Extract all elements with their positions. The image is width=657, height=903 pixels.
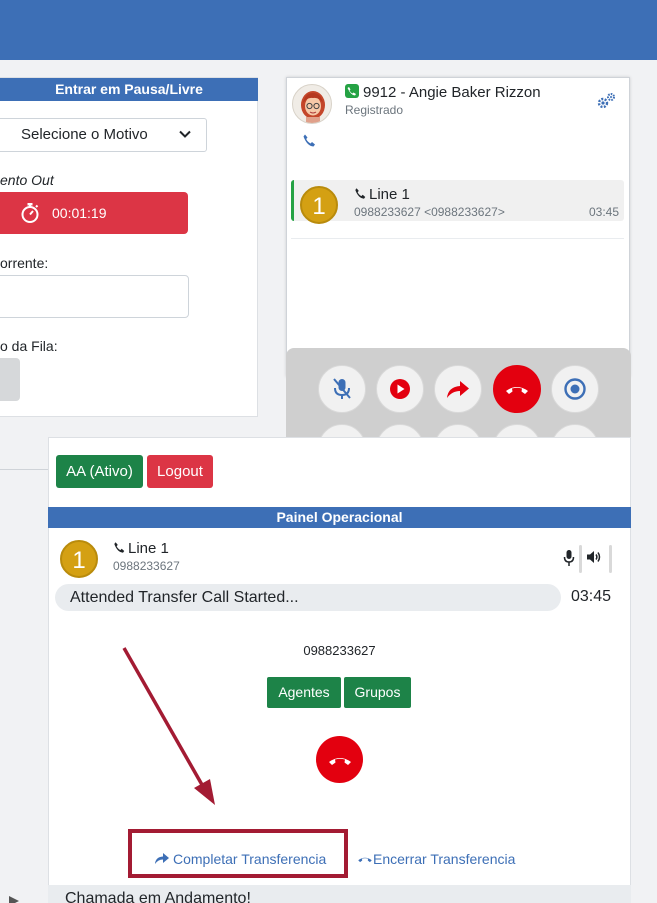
speaker-level-bar <box>609 545 612 573</box>
divider <box>291 238 624 239</box>
call-timer: 03:45 <box>571 588 612 605</box>
hold-button[interactable] <box>551 365 599 413</box>
line-name-label: Line 1 <box>128 540 169 557</box>
pause-panel-header: Entrar em Pausa/Livre <box>0 78 258 101</box>
line-number-badge: 1 <box>60 540 98 578</box>
softphone-card <box>286 77 630 377</box>
hangup-icon <box>506 387 528 394</box>
gears-icon[interactable] <box>596 92 616 115</box>
divider <box>0 469 48 470</box>
end-transfer-link[interactable]: Encerrar Transferencia <box>357 851 515 867</box>
chevron-down-icon <box>179 130 191 138</box>
stopwatch-icon <box>21 203 39 223</box>
annotation-highlight-box <box>128 829 348 878</box>
user-avatar-icon <box>301 91 325 123</box>
phone-icon <box>345 84 359 98</box>
queue-button[interactable] <box>0 358 20 401</box>
timeout-label: ento Out <box>0 172 54 188</box>
hangup-icon <box>328 757 351 765</box>
record-button[interactable] <box>376 365 424 413</box>
registration-status: Registrado <box>345 103 404 117</box>
agents-button[interactable]: Agentes <box>267 677 341 708</box>
call-status-text: Attended Transfer Call Started... <box>55 584 561 611</box>
record-icon <box>390 379 410 399</box>
current-label: orrente: <box>0 255 49 271</box>
hangup-button[interactable] <box>493 365 541 413</box>
line-time: 03:45 <box>589 205 620 219</box>
softphone-user: 9912 - Angie Baker Rizzon <box>345 84 541 101</box>
call-in-progress-status: Chamada em Andamento! <box>48 885 631 903</box>
logout-button[interactable]: Logout <box>147 455 213 488</box>
mute-button[interactable] <box>318 365 366 413</box>
line-number: 0988233627 <box>113 559 180 573</box>
operational-panel-header: Painel Operacional <box>48 507 631 528</box>
top-bar <box>0 0 657 60</box>
reason-select[interactable]: Selecione o Motivo <box>0 118 207 152</box>
phone-icon <box>355 188 366 199</box>
line-name: Line 1 <box>113 540 169 557</box>
phone-icon <box>114 542 125 553</box>
line-name: Line 1 <box>354 186 410 203</box>
groups-button[interactable]: Grupos <box>344 677 411 708</box>
softphone-user-name: 9912 - Angie Baker Rizzon <box>363 84 541 101</box>
mic-level-bar <box>579 545 582 573</box>
line-number-badge: 1 <box>300 186 338 224</box>
hangup-button[interactable] <box>316 736 363 783</box>
mic-icon[interactable] <box>563 549 575 572</box>
agent-status-button[interactable]: AA (Ativo) <box>56 455 143 488</box>
hangup-icon <box>358 857 372 863</box>
pause-timer-value: 00:01:19 <box>52 205 107 221</box>
hold-icon <box>564 378 586 400</box>
end-transfer-label: Encerrar Transferencia <box>373 851 516 867</box>
dialpad-phone-icon[interactable] <box>302 133 317 153</box>
mute-icon <box>333 378 351 399</box>
current-field[interactable] <box>0 275 189 318</box>
queue-label: o da Fila: <box>0 338 58 354</box>
line-number: 0988233627 <0988233627> <box>354 205 505 219</box>
avatar <box>292 84 332 124</box>
speaker-icon[interactable] <box>586 549 602 570</box>
transfer-button[interactable] <box>434 365 482 413</box>
line-name-label: Line 1 <box>369 186 410 203</box>
reason-select-value: Selecione o Motivo <box>21 126 148 143</box>
play-icon <box>9 893 21 903</box>
transfer-icon <box>447 381 469 398</box>
pause-timer-button[interactable]: 00:01:19 <box>0 192 188 234</box>
annotation-arrow <box>122 647 215 805</box>
